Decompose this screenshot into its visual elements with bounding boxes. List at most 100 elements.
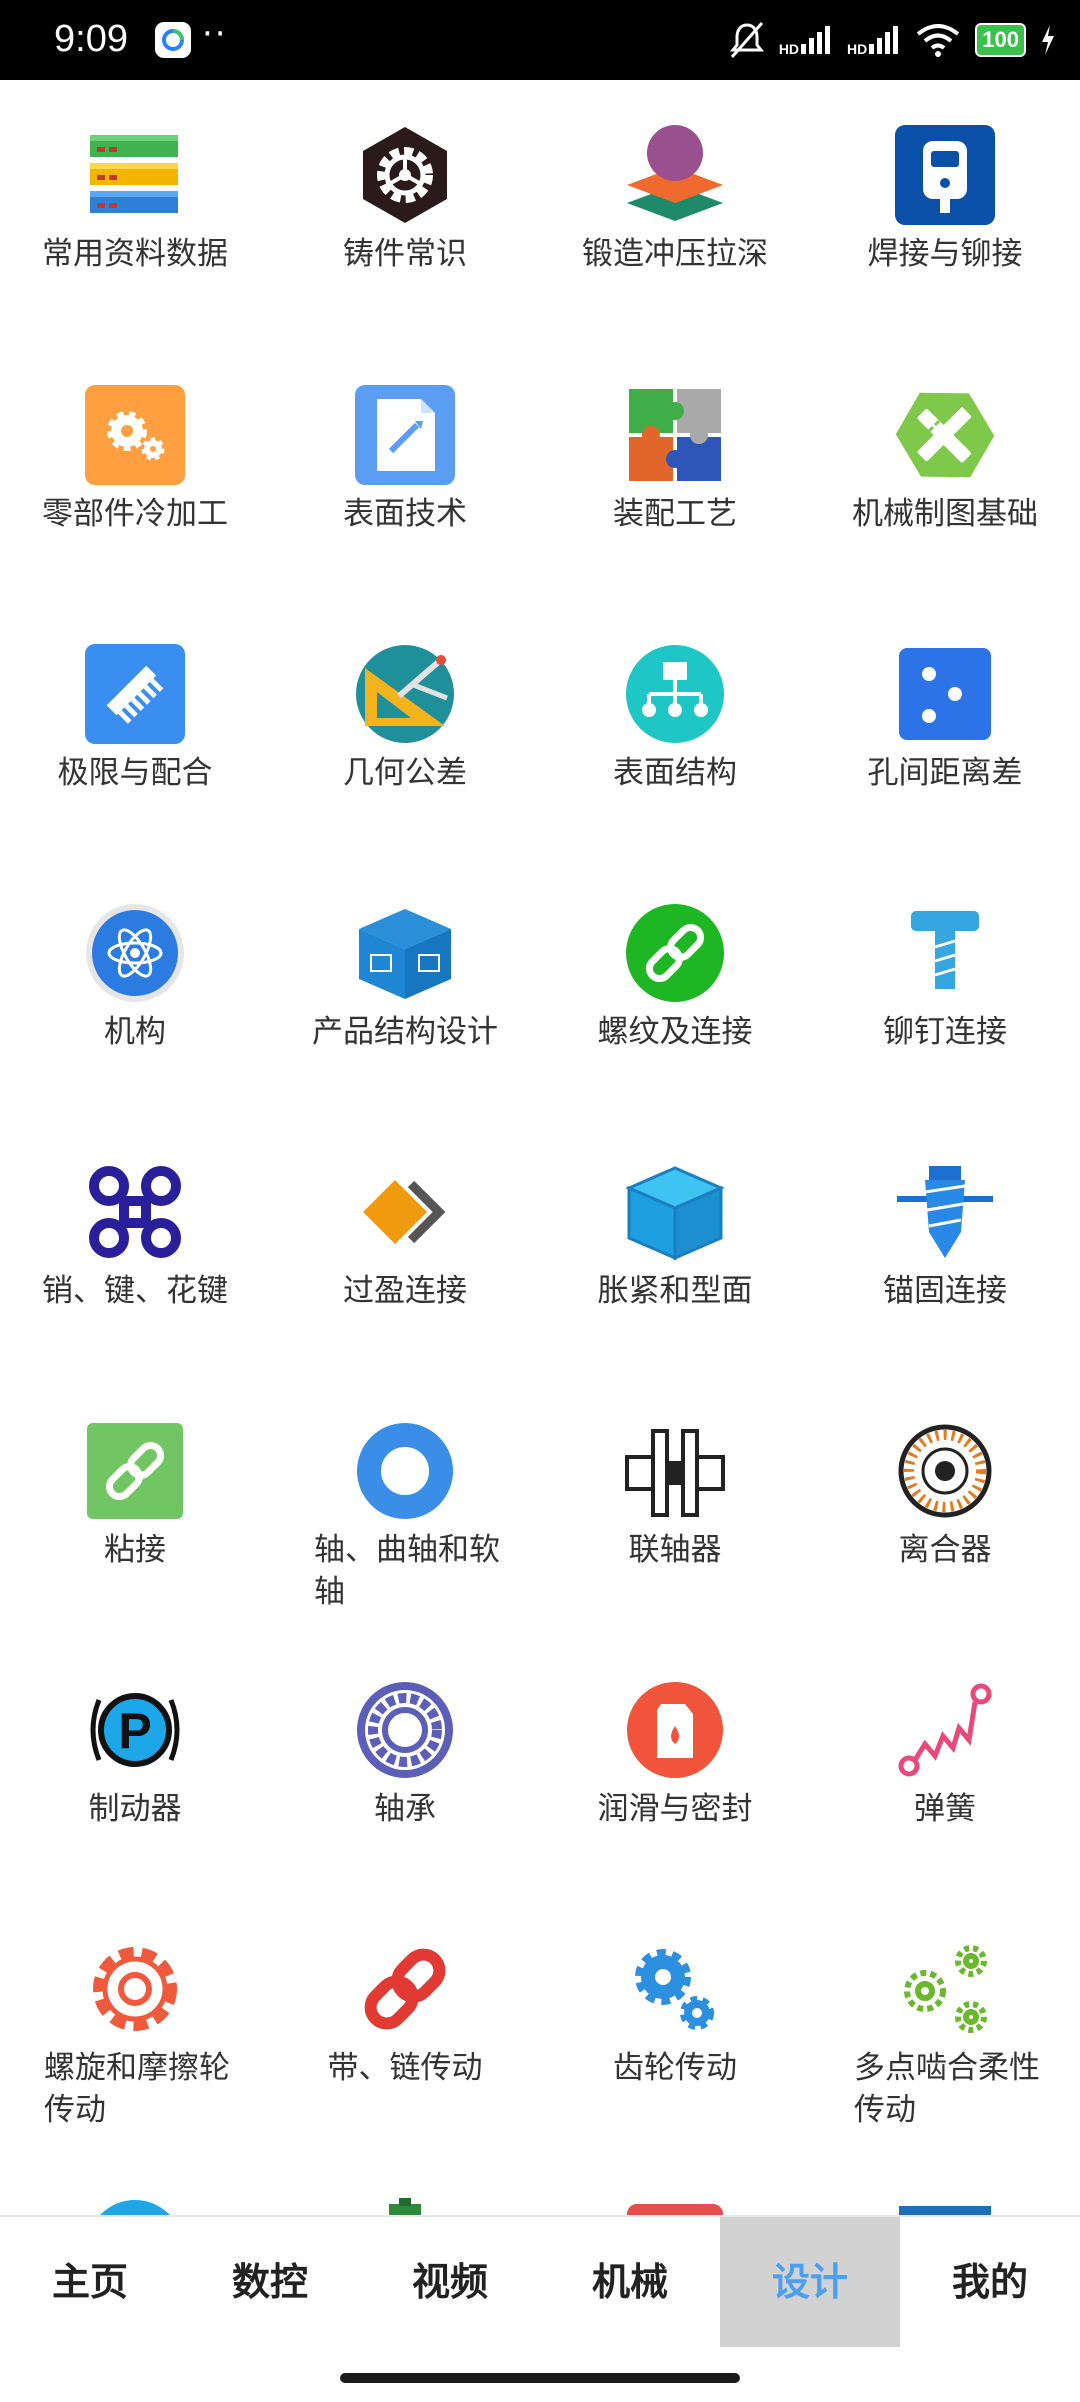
puzzle-icon bbox=[625, 385, 725, 485]
grid-item-label: 带、链传动 bbox=[327, 2050, 483, 2086]
clutch-disc-icon bbox=[895, 1421, 995, 1521]
layers-icon bbox=[625, 125, 725, 225]
oil-can-icon bbox=[625, 1680, 725, 1780]
bearing-icon bbox=[355, 1680, 455, 1780]
grid-item-label: 过盈连接 bbox=[343, 1273, 467, 1309]
grid-item-label: 机械制图基础 bbox=[852, 496, 1038, 532]
grid-item-label: 表面技术 bbox=[343, 496, 467, 532]
grid-item-rivet[interactable]: 铆钉连接 bbox=[810, 858, 1080, 1108]
grid-item-assembly[interactable]: 装配工艺 bbox=[540, 340, 810, 590]
grid-item-welding[interactable]: 焊接与铆接 bbox=[810, 80, 1080, 330]
tab-cnc[interactable]: 数控 bbox=[180, 2217, 360, 2347]
partial-circle-icon bbox=[85, 2198, 185, 2215]
grid-item-gear-drive[interactable]: 齿轮传动 bbox=[540, 1894, 810, 2144]
grid-item-bonding[interactable]: 粘接 bbox=[0, 1376, 270, 1626]
comb-icon bbox=[85, 644, 185, 744]
cog-outline-icon bbox=[85, 1939, 185, 2039]
grid-item-casting[interactable]: 铸件常识 bbox=[270, 80, 540, 330]
grid-item-coupling[interactable]: 联轴器 bbox=[540, 1376, 810, 1626]
grid-item-drafting-basics[interactable]: 机械制图基础 bbox=[810, 340, 1080, 590]
grid-item-forging[interactable]: 锻造冲压拉深 bbox=[540, 80, 810, 330]
grid-item-partial-1[interactable] bbox=[0, 2153, 270, 2215]
grid-item-common-data[interactable]: 常用资料数据 bbox=[0, 80, 270, 330]
ruler-pencil-icon bbox=[895, 385, 995, 485]
rivet-icon bbox=[895, 903, 995, 1003]
grid-item-pins-keys[interactable]: 销、键、花键 bbox=[0, 1117, 270, 1367]
cube-icon bbox=[625, 1162, 725, 1262]
grid-item-multi-mesh-drive[interactable]: 多点啮合柔性传动 bbox=[810, 1894, 1080, 2144]
grid-item-anchor[interactable]: 锚固连接 bbox=[810, 1117, 1080, 1367]
grid-item-belt-chain-drive[interactable]: 带、链传动 bbox=[270, 1894, 540, 2144]
grid-item-geometric-tolerance[interactable]: 几何公差 bbox=[270, 599, 540, 849]
grid-item-label: 轴承 bbox=[374, 1791, 436, 1827]
grid-item-label: 弹簧 bbox=[914, 1791, 976, 1827]
charging-icon bbox=[1042, 25, 1054, 55]
grid-item-shafts[interactable]: 轴、曲轴和软轴 bbox=[270, 1376, 540, 1626]
grid-item-interference-fit[interactable]: 过盈连接 bbox=[270, 1117, 540, 1367]
grid-item-cold-machining[interactable]: 零部件冷加工 bbox=[0, 340, 270, 590]
grid-item-surface-tech[interactable]: 表面技术 bbox=[270, 340, 540, 590]
grid-item-partial-3[interactable] bbox=[540, 2153, 810, 2215]
status-icons: HD HD 100 bbox=[729, 18, 1056, 62]
command-key-icon bbox=[85, 1162, 185, 1262]
grid-item-partial-4[interactable] bbox=[810, 2153, 1080, 2215]
grid-item-clutch[interactable]: 离合器 bbox=[810, 1376, 1080, 1626]
grid-item-label: 销、键、花键 bbox=[42, 1273, 228, 1309]
status-bar: 9:09 ·· HD HD 100 bbox=[0, 0, 1080, 80]
notification-app-icon bbox=[155, 22, 191, 58]
status-time: 9:09 bbox=[54, 18, 128, 60]
grid-item-label: 螺旋和摩擦轮传动 bbox=[44, 2050, 230, 2128]
link-square-icon bbox=[85, 1421, 185, 1521]
compass-triangle-icon bbox=[355, 644, 455, 744]
tab-home[interactable]: 主页 bbox=[0, 2217, 180, 2347]
grid-item-label: 铆钉连接 bbox=[883, 1014, 1007, 1050]
gear-hexagon-icon bbox=[355, 125, 455, 225]
grid-item-expansion[interactable]: 胀紧和型面 bbox=[540, 1117, 810, 1367]
grid-item-limits-fits[interactable]: 极限与配合 bbox=[0, 599, 270, 849]
svg-text:P: P bbox=[118, 1703, 151, 1759]
grid-item-lubrication[interactable]: 润滑与密封 bbox=[540, 1635, 810, 1885]
tab-design[interactable]: 设计 bbox=[720, 2217, 900, 2347]
grid-item-label: 螺纹及连接 bbox=[597, 1014, 753, 1050]
grid-item-partial-2[interactable] bbox=[270, 2153, 540, 2215]
battery-level: 100 bbox=[975, 23, 1026, 57]
coupling-icon bbox=[625, 1421, 725, 1521]
tab-machinery[interactable]: 机械 bbox=[540, 2217, 720, 2347]
grid-item-label: 多点啮合柔性传动 bbox=[854, 2050, 1040, 2128]
grid-item-brake[interactable]: P 制动器 bbox=[0, 1635, 270, 1885]
parking-brake-icon: P bbox=[85, 1680, 185, 1780]
grid-item-mechanism[interactable]: 机构 bbox=[0, 858, 270, 1108]
grid-item-label: 润滑与密封 bbox=[597, 1791, 753, 1827]
grid-item-label: 机构 bbox=[104, 1014, 166, 1050]
multi-gear-icon bbox=[895, 1939, 995, 2039]
hierarchy-icon bbox=[625, 644, 725, 744]
interlock-diamond-icon bbox=[355, 1162, 455, 1262]
grid-item-label: 锻造冲压拉深 bbox=[582, 236, 768, 272]
grid-item-spring[interactable]: 弹簧 bbox=[810, 1635, 1080, 1885]
grid-item-label: 装配工艺 bbox=[613, 496, 737, 532]
grid-item-screw-friction-drive[interactable]: 螺旋和摩擦轮传动 bbox=[0, 1894, 270, 2144]
feature-grid: 常用资料数据 铸件常识 锻造冲压拉深 焊接与铆接 零部件冷加工 表面技术 装配工… bbox=[0, 80, 1080, 2215]
grid-item-label: 几何公差 bbox=[343, 755, 467, 791]
grid-item-label: 齿轮传动 bbox=[613, 2050, 737, 2086]
grid-item-thread-connection[interactable]: 螺纹及连接 bbox=[540, 858, 810, 1108]
grid-item-label: 粘接 bbox=[104, 1532, 166, 1568]
anchor-screw-icon bbox=[895, 1162, 995, 1262]
grid-item-label: 铸件常识 bbox=[343, 236, 467, 272]
grid-item-product-design[interactable]: 产品结构设计 bbox=[270, 858, 540, 1108]
tab-mine[interactable]: 我的 bbox=[900, 2217, 1080, 2347]
tab-video[interactable]: 视频 bbox=[360, 2217, 540, 2347]
home-gesture-bar[interactable] bbox=[340, 2373, 740, 2383]
product-box-icon bbox=[355, 903, 455, 1003]
grid-item-label: 联轴器 bbox=[628, 1532, 722, 1568]
gears-icon bbox=[85, 385, 185, 485]
grid-item-label: 锚固连接 bbox=[883, 1273, 1007, 1309]
grid-item-hole-distance[interactable]: 孔间距离差 bbox=[810, 599, 1080, 849]
grid-item-bearing[interactable]: 轴承 bbox=[270, 1635, 540, 1885]
dots-icon bbox=[895, 644, 995, 744]
grid-item-surface-structure[interactable]: 表面结构 bbox=[540, 599, 810, 849]
partial-chip-icon bbox=[355, 2198, 455, 2215]
database-icon bbox=[85, 125, 185, 225]
mute-icon bbox=[729, 22, 764, 58]
partial-red-icon bbox=[625, 2198, 725, 2215]
